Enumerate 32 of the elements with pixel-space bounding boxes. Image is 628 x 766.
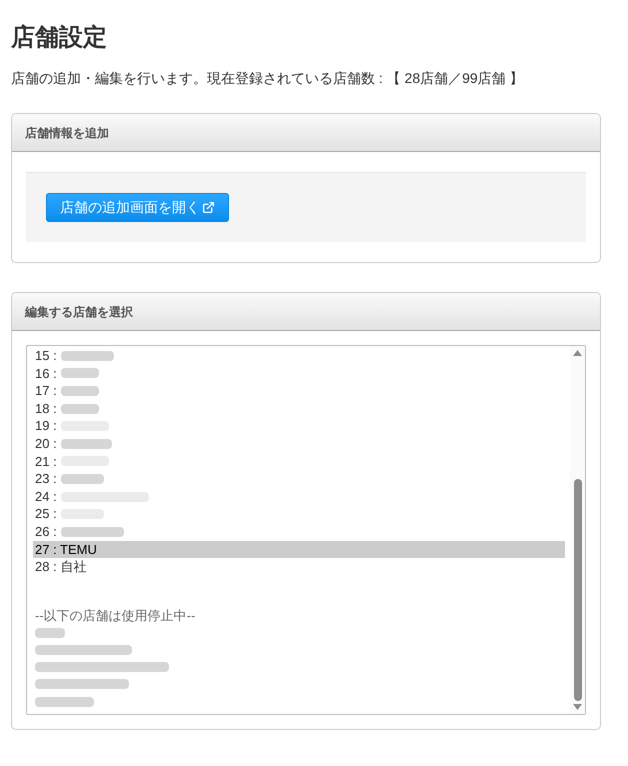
store-listbox[interactable]: 15 : 16 : 17 : 18 : 19 : 20 : 21 : 23 : 24 : 25 : 26 : 27 : TEMU 28 : 自社 --以下の店舗は使用停止中--: [26, 345, 586, 715]
store-option[interactable]: 21 :: [33, 452, 565, 470]
store-option[interactable]: 27 : TEMU: [33, 540, 565, 558]
store-option[interactable]: 26 :: [33, 522, 565, 541]
store-option[interactable]: 25 :: [33, 505, 565, 523]
store-option[interactable]: 15 :: [33, 347, 565, 365]
scroll-up-icon[interactable]: [573, 350, 582, 356]
redacted-text-placeholder: [60, 438, 112, 449]
redacted-text-placeholder: [35, 628, 65, 638]
redacted-text-placeholder: [60, 386, 99, 396]
page-description: 店舗の追加・編集を行います。現在登録されている店舗数 : 【 28店舗／99店舗 】: [11, 69, 524, 88]
scroll-down-icon[interactable]: [573, 704, 582, 710]
redacted-text-placeholder: [60, 368, 99, 378]
scrollbar-thumb[interactable]: [574, 479, 582, 701]
store-option[interactable]: 17 :: [33, 382, 565, 400]
disabled-group-label: --以下の店舗は使用停止中--: [34, 606, 196, 624]
page-title: 店舗設定: [11, 23, 107, 53]
store-option[interactable]: 20 :: [33, 434, 565, 453]
external-link-icon: [202, 201, 215, 214]
store-option[interactable]: 19 :: [33, 417, 565, 435]
redacted-text-placeholder: [60, 350, 114, 361]
panel-title: 編集する店舗を選択: [25, 304, 133, 320]
store-option[interactable]: 23 :: [33, 470, 565, 488]
redacted-text-placeholder: [60, 474, 104, 484]
store-option[interactable]: 18 :: [33, 400, 565, 418]
store-option[interactable]: 24 :: [33, 488, 565, 506]
store-option[interactable]: 16 :: [33, 364, 565, 382]
redacted-text-placeholder: [60, 404, 99, 414]
store-option[interactable]: 28 : 自社: [33, 558, 565, 576]
panel-title: 店舗情報を追加: [25, 124, 109, 142]
redacted-text-placeholder: [60, 526, 124, 537]
redacted-text-placeholder: [35, 696, 94, 707]
